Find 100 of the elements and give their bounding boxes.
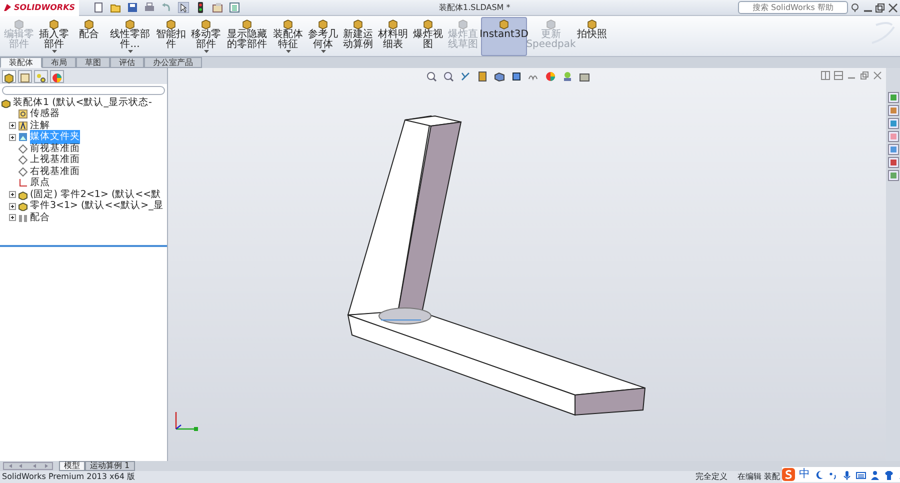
expand-icon[interactable] <box>9 122 16 130</box>
ribbon-button[interactable]: 拍快照 <box>575 17 609 56</box>
part-icon <box>18 190 28 200</box>
user-icon[interactable] <box>870 470 880 480</box>
moon-icon[interactable] <box>814 470 824 480</box>
status-text: 完全定义 <box>695 471 728 483</box>
part-icon <box>124 18 136 30</box>
filter-field[interactable] <box>2 86 165 95</box>
document-title: 装配体1.SLDASM * <box>439 2 512 14</box>
print-icon[interactable] <box>144 2 156 13</box>
ribbon-button[interactable]: 移动零部件 <box>189 17 223 56</box>
part-icon <box>457 18 469 30</box>
tile-icon[interactable] <box>821 71 830 80</box>
save-icon[interactable] <box>127 2 138 13</box>
command-tab[interactable]: 布局 <box>42 57 76 68</box>
mate-icon <box>18 212 28 223</box>
ribbon-button[interactable]: 线性零部件... <box>107 17 153 56</box>
close-icon[interactable] <box>873 71 882 80</box>
options-icon[interactable] <box>212 2 224 13</box>
expand-icon[interactable] <box>9 134 16 141</box>
ribbon-button[interactable]: 插入零部件 <box>37 17 71 56</box>
part-icon <box>83 18 95 30</box>
appearance-icon[interactable] <box>545 71 556 82</box>
caret-icon <box>286 50 290 53</box>
ribbon-button[interactable]: 材料明细表 <box>376 17 410 56</box>
part-icon <box>387 18 399 30</box>
new-document-icon[interactable] <box>93 2 104 13</box>
tree-item[interactable]: 上视基准面 <box>30 153 80 168</box>
command-tab[interactable]: 办公室产品 <box>144 57 202 68</box>
part-icon <box>165 18 177 30</box>
select-arrow-icon[interactable] <box>178 2 190 13</box>
ribbon-button[interactable]: 显示隐藏的零部件 <box>224 17 270 56</box>
ribbon-button[interactable]: Instant3D <box>481 17 527 56</box>
display-style-icon[interactable] <box>511 71 522 82</box>
zoom-area-icon[interactable] <box>443 71 454 82</box>
ime-mode-toggle[interactable]: 中 <box>799 466 810 483</box>
tree-item[interactable]: 原点 <box>30 176 50 190</box>
folder-icon <box>18 132 28 142</box>
microphone-icon[interactable] <box>842 470 852 480</box>
close-icon[interactable] <box>888 2 898 12</box>
ribbon-button[interactable]: 装配体特征 <box>271 17 305 56</box>
restore-icon[interactable] <box>875 2 885 12</box>
ribbon-button[interactable]: 配合 <box>72 17 106 56</box>
expand-icon[interactable] <box>9 214 16 222</box>
help-search-field[interactable]: 搜索 SolidWorks 帮助 <box>738 1 848 14</box>
ribbon-button[interactable]: 参考几何体 <box>306 17 340 56</box>
part-icon <box>241 18 253 30</box>
resources-icon[interactable] <box>888 92 898 103</box>
punctuation-icon[interactable] <box>828 470 838 480</box>
caret-icon <box>204 50 208 53</box>
split-icon[interactable] <box>834 71 843 80</box>
part-icon <box>352 18 364 30</box>
appearance-icon[interactable] <box>51 72 63 84</box>
command-tab[interactable]: 草图 <box>76 57 110 68</box>
scene-icon[interactable] <box>562 71 573 82</box>
tree-item[interactable]: (固定) 零件2<1> (默认<<默 <box>30 188 162 202</box>
part-icon <box>545 18 557 30</box>
property-sheet-icon[interactable] <box>19 72 31 84</box>
plane-icon <box>18 166 28 177</box>
plane-icon <box>18 155 28 166</box>
keyboard-icon[interactable] <box>856 470 866 480</box>
appearance-icon[interactable] <box>888 157 898 168</box>
part-icon <box>13 18 25 30</box>
list-icon[interactable] <box>229 2 240 13</box>
configuration-icon[interactable] <box>35 72 47 84</box>
view-orientation-icon[interactable] <box>494 71 505 82</box>
library-icon[interactable] <box>888 118 898 129</box>
ime-logo-icon[interactable] <box>782 468 795 481</box>
expand-icon[interactable] <box>9 191 16 198</box>
previous-view-icon[interactable] <box>460 71 471 82</box>
help-icon[interactable] <box>850 2 860 12</box>
annotation-icon <box>18 120 28 131</box>
caret-icon <box>52 50 56 53</box>
properties-icon[interactable] <box>888 170 898 181</box>
tree-item[interactable]: 配合 <box>30 210 50 225</box>
model-tab[interactable]: 运动算例 1 <box>85 461 135 471</box>
part-icon <box>282 18 294 30</box>
command-tab[interactable]: 评估 <box>110 57 144 68</box>
command-tab[interactable]: 装配体 <box>0 57 42 68</box>
section-view-icon[interactable] <box>477 71 488 82</box>
palette-icon[interactable] <box>888 144 898 155</box>
caret-icon <box>320 50 326 53</box>
expand-icon[interactable] <box>9 202 16 210</box>
zoom-fit-icon[interactable] <box>426 71 437 82</box>
tree-item[interactable]: 零件3<1> (默认<<默认>_显 <box>30 199 164 214</box>
open-folder-icon[interactable] <box>110 2 122 13</box>
ribbon-button[interactable]: 爆炸视图 <box>411 17 445 56</box>
assembly-icon[interactable] <box>3 72 15 84</box>
model-tab[interactable]: 模型 <box>59 461 85 471</box>
view-settings-icon[interactable] <box>579 71 590 82</box>
part-icon <box>317 18 329 30</box>
sensor-icon <box>18 109 28 120</box>
ribbon-button[interactable]: 新建运动算例 <box>341 17 375 56</box>
folder-icon[interactable] <box>888 131 898 142</box>
solidworks-logo: SOLIDWORKS <box>0 0 80 16</box>
part-icon <box>200 18 212 30</box>
ribbon-button[interactable]: 智能扣件 <box>154 17 188 56</box>
home-icon[interactable] <box>888 105 898 116</box>
tree-item[interactable]: 传感器 <box>30 107 60 122</box>
shirt-icon[interactable] <box>884 470 894 480</box>
